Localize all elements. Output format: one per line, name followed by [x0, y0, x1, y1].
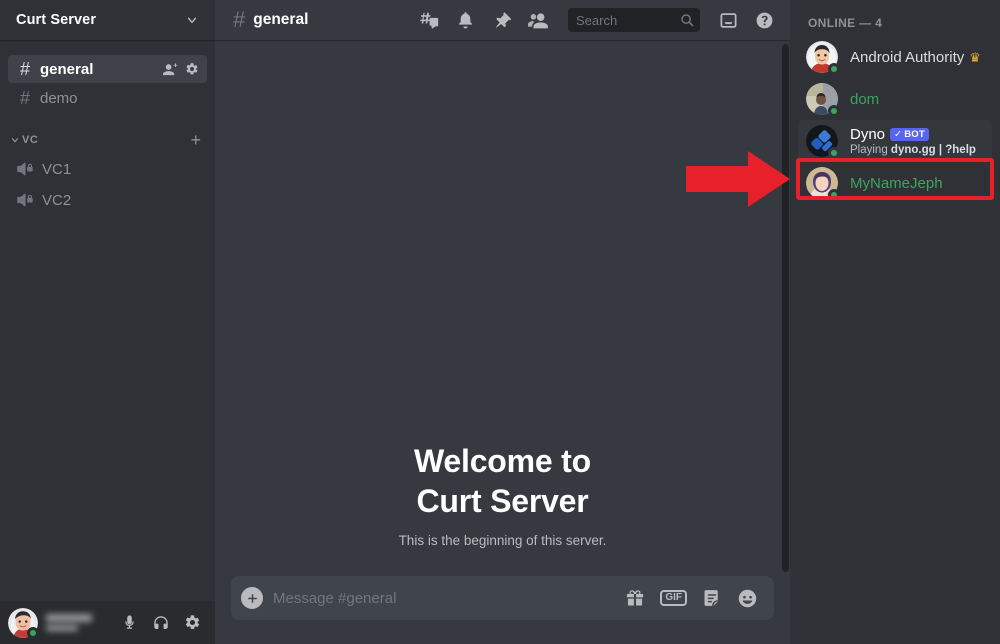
avatar[interactable]: [8, 607, 39, 639]
status-indicator-online: [828, 147, 840, 159]
activity-text: dyno.gg | ?help: [890, 144, 976, 156]
welcome-subtitle: This is the beginning of this server.: [398, 533, 607, 548]
sidebar-voice-channel-vc1[interactable]: VC1: [8, 154, 207, 184]
sidebar-voice-channel-vc2[interactable]: VC2: [8, 185, 207, 215]
headphones-icon[interactable]: [152, 614, 170, 632]
member-row-mynamejeph[interactable]: MyNameJeph: [798, 162, 992, 204]
channel-list: # general # demo VC + VC1 VC2: [0, 40, 215, 601]
discord-app-window: Curt Server # general # demo VC + VC1 VC…: [0, 0, 1000, 644]
member-name: Android Authority: [850, 48, 965, 66]
gear-icon[interactable]: [185, 62, 199, 76]
member-name: dom: [850, 90, 880, 108]
member-name: Dyno: [850, 126, 886, 143]
gift-icon[interactable]: [625, 588, 645, 608]
notification-bell-icon[interactable]: [456, 11, 475, 30]
sidebar-channel-general[interactable]: # general: [8, 55, 207, 83]
status-indicator-online: [828, 105, 840, 117]
sticker-icon[interactable]: [702, 588, 722, 608]
search-placeholder: Search: [576, 12, 618, 28]
chevron-down-icon[interactable]: [185, 13, 199, 27]
channel-header: # general Search: [215, 0, 790, 40]
status-indicator-online: [828, 63, 840, 75]
channel-category-vc[interactable]: VC +: [8, 128, 207, 152]
sidebar-channel-demo[interactable]: # demo: [8, 84, 207, 112]
member-list-icon[interactable]: [528, 10, 549, 31]
create-thread-icon[interactable]: [419, 10, 439, 30]
user-settings-gear-icon[interactable]: [184, 614, 201, 631]
voice-channel-label: VC1: [42, 160, 72, 178]
message-input-placeholder[interactable]: Message #general: [273, 590, 615, 607]
chevron-down-small-icon: [10, 135, 20, 145]
hash-icon: #: [233, 7, 246, 32]
microphone-icon[interactable]: [121, 614, 138, 631]
inbox-icon[interactable]: [719, 11, 738, 30]
channel-sidebar: Curt Server # general # demo VC + VC1 VC…: [0, 0, 215, 644]
bot-label: BOT: [904, 128, 925, 140]
hash-icon: #: [19, 88, 30, 108]
emoji-icon[interactable]: [737, 588, 758, 609]
welcome-line-1: Welcome to: [413, 443, 591, 479]
member-row-android-authority[interactable]: Android Authority ♛: [798, 36, 992, 78]
avatar[interactable]: [806, 83, 840, 117]
status-indicator-online: [27, 626, 39, 639]
avatar[interactable]: [806, 167, 840, 201]
add-channel-icon[interactable]: +: [190, 131, 205, 149]
member-name: MyNameJeph: [850, 174, 943, 192]
username-redacted: [46, 614, 92, 631]
plus-circle-icon[interactable]: [241, 587, 263, 609]
message-composer[interactable]: Message #general GIF: [231, 576, 774, 620]
search-input[interactable]: Search: [568, 8, 700, 32]
current-user[interactable]: [8, 607, 92, 639]
category-label: VC: [22, 134, 39, 146]
activity-prefix: Playing: [850, 144, 891, 156]
server-header-dropdown[interactable]: Curt Server: [0, 0, 215, 40]
welcome-line-2: Curt Server: [416, 483, 589, 519]
voice-locked-icon: [16, 192, 36, 208]
composer-wrapper: Message #general GIF: [215, 576, 790, 644]
gif-button[interactable]: GIF: [660, 589, 687, 607]
scrollbar-thumb[interactable]: [782, 44, 789, 572]
message-scrollbar[interactable]: [781, 44, 789, 572]
verified-check-icon: ✓: [894, 128, 903, 140]
hash-icon: #: [19, 59, 30, 79]
member-row-dom[interactable]: dom: [798, 78, 992, 120]
server-name: Curt Server: [16, 12, 97, 28]
voice-locked-icon: [16, 161, 36, 177]
member-list: ONLINE — 4 Android Authority ♛ dom Dyno …: [790, 0, 1000, 644]
user-panel: [0, 601, 215, 644]
welcome-block: Welcome to Curt Server This is the begin…: [215, 441, 790, 576]
search-icon: [680, 13, 694, 27]
member-list-header: ONLINE — 4: [808, 16, 883, 30]
voice-channel-label: VC2: [42, 191, 72, 209]
member-activity: Playing dyno.gg | ?help: [850, 144, 984, 156]
member-row-dyno[interactable]: Dyno ✓ BOT Playing dyno.gg | ?help: [798, 120, 992, 162]
page-title: general: [253, 11, 309, 28]
avatar[interactable]: [806, 41, 840, 75]
avatar[interactable]: [806, 125, 840, 159]
crown-icon: ♛: [969, 49, 981, 65]
status-indicator-online: [828, 189, 840, 201]
message-area: Welcome to Curt Server This is the begin…: [215, 40, 790, 576]
channel-label: demo: [40, 89, 78, 107]
add-member-icon[interactable]: [163, 62, 178, 77]
pinned-messages-icon[interactable]: [492, 11, 511, 30]
chat-main: # general Search Welcome to Curt Server …: [215, 0, 790, 644]
help-icon[interactable]: [755, 11, 774, 30]
bot-badge: ✓ BOT: [890, 127, 929, 142]
channel-label: general: [40, 60, 94, 78]
